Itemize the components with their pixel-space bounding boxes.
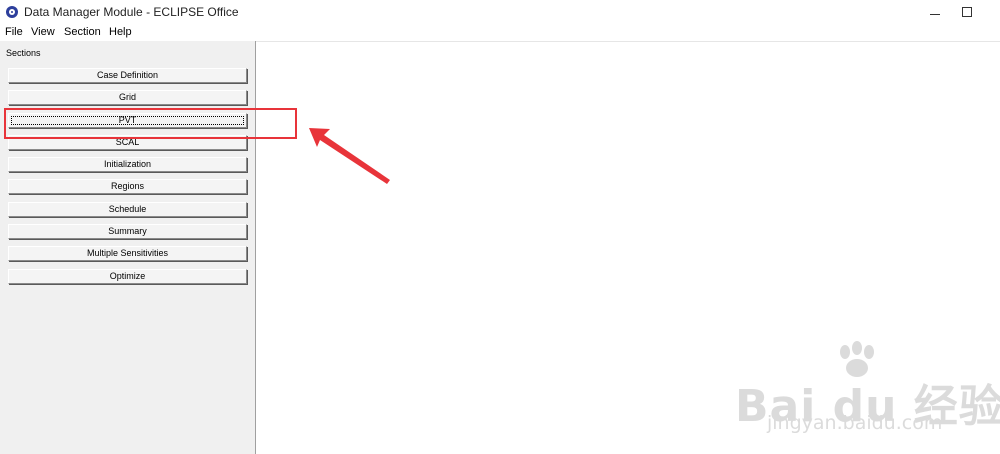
maximize-icon[interactable] [958, 4, 976, 20]
button-label: Optimize [109, 271, 146, 281]
watermark-url: jingyan.baidu.com [767, 412, 943, 434]
menu-file[interactable]: File [5, 26, 23, 38]
annotation-highlight-box [4, 108, 297, 139]
button-label: Initialization [103, 159, 152, 169]
multiple-sensitivities-button[interactable]: Multiple Sensitivities [8, 246, 247, 261]
eclipse-app-icon [6, 6, 18, 18]
grid-button[interactable]: Grid [8, 90, 247, 105]
button-label: Summary [108, 226, 147, 236]
baidu-watermark: Bai du 经验 jingyan.baidu.com [735, 340, 1000, 435]
schedule-button[interactable]: Schedule [8, 202, 247, 217]
menu-help[interactable]: Help [109, 26, 132, 38]
window-title: Data Manager Module - ECLIPSE Office [24, 5, 239, 19]
button-label: Multiple Sensitivities [86, 248, 169, 258]
arrow-annotation [309, 128, 390, 184]
sections-panel-title: Sections [6, 48, 41, 58]
menu-view[interactable]: View [31, 26, 55, 38]
initialization-button[interactable]: Initialization [8, 157, 247, 172]
button-label: Regions [110, 181, 145, 191]
sections-panel: Sections Case Definition Grid PVT SCAL I… [0, 41, 255, 454]
regions-button[interactable]: Regions [8, 179, 247, 194]
minimize-icon[interactable] [926, 4, 944, 20]
button-label: Grid [118, 92, 136, 102]
optimize-button[interactable]: Optimize [8, 269, 247, 284]
button-label: Case Definition [96, 70, 159, 80]
menu-section[interactable]: Section [64, 26, 101, 38]
title-bar: Data Manager Module - ECLIPSE Office [0, 0, 1000, 24]
case-definition-button[interactable]: Case Definition [8, 68, 247, 83]
button-label: Schedule [108, 204, 147, 214]
summary-button[interactable]: Summary [8, 224, 247, 239]
menu-bar: File View Section Help [0, 24, 1000, 42]
